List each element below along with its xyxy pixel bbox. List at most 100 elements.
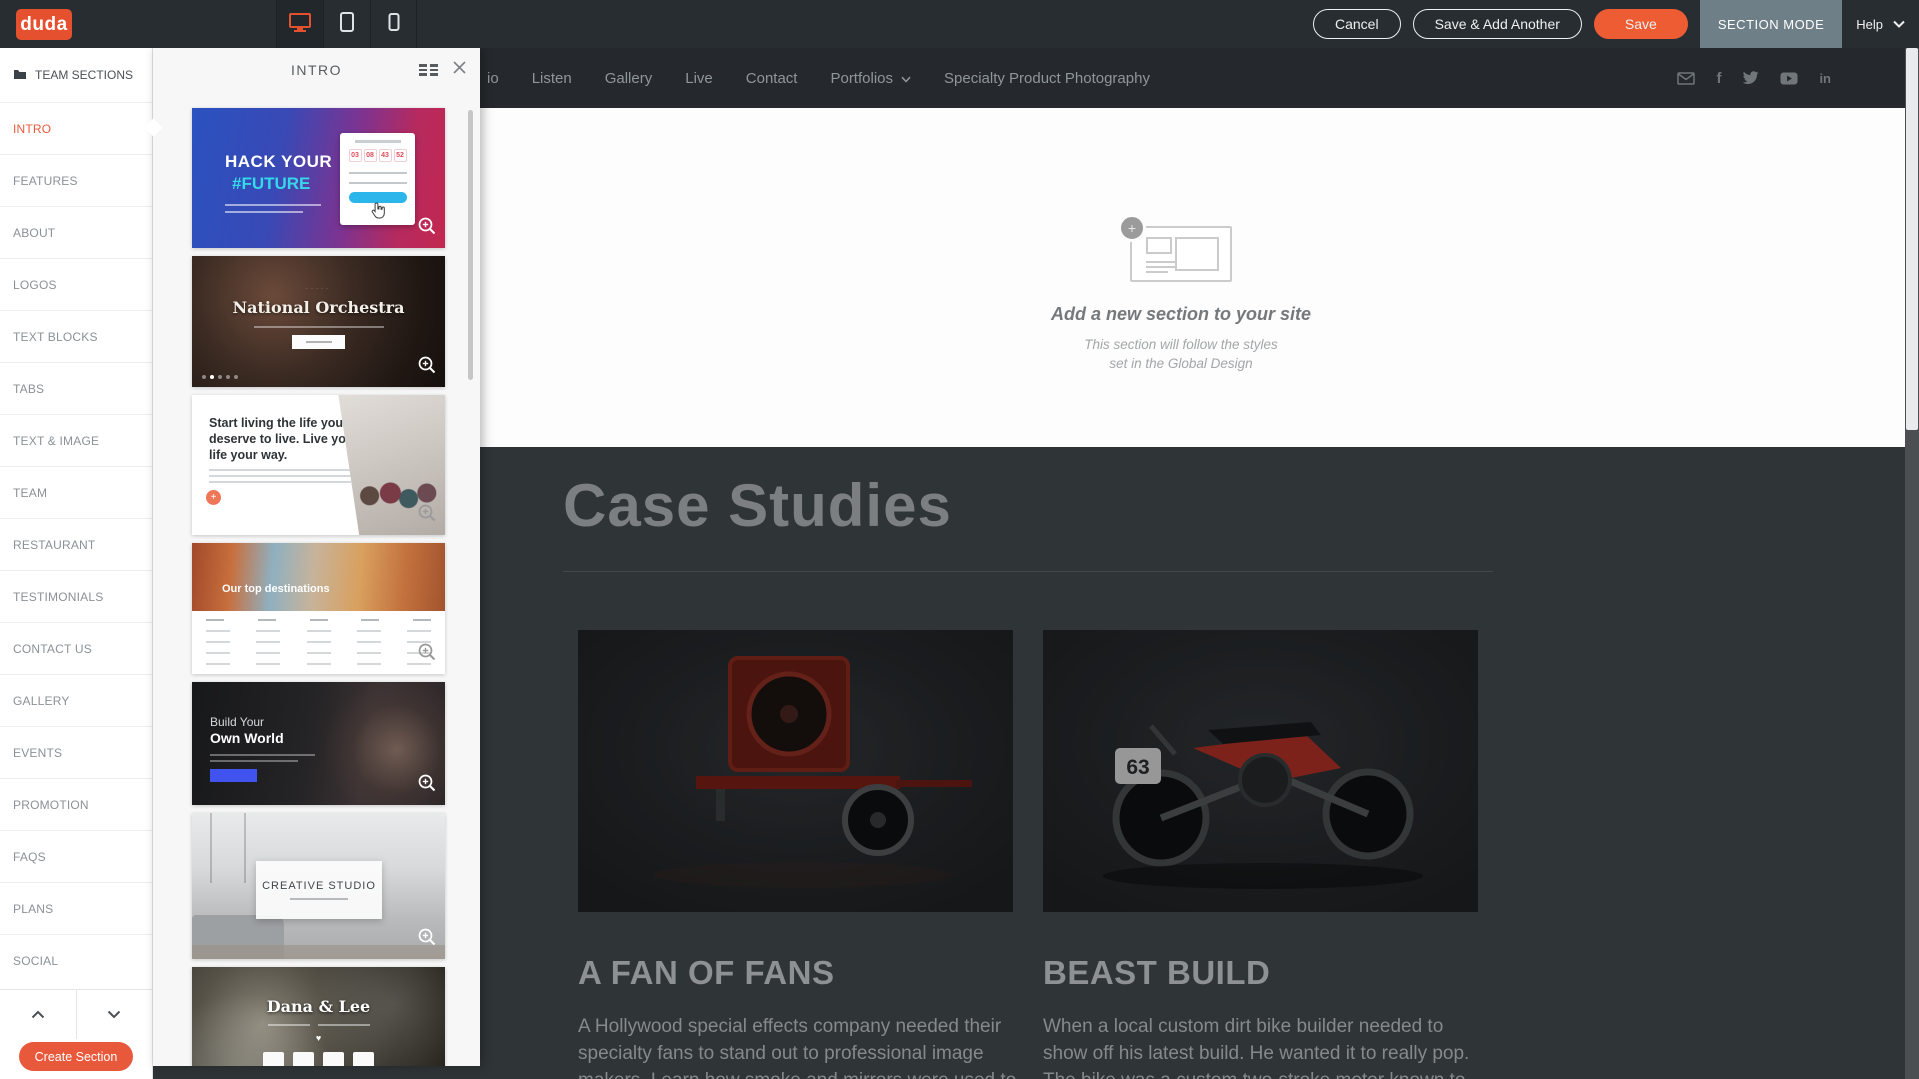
nav-item-specialty-product-photography[interactable]: Specialty Product Photography <box>944 70 1150 87</box>
cell-bar <box>361 619 379 621</box>
nav-item-listen[interactable]: Listen <box>532 70 572 87</box>
sidebar-item-contact-us[interactable]: CONTACT US <box>0 622 152 674</box>
chevron-down-icon <box>107 1006 121 1024</box>
cell-bar <box>206 663 230 665</box>
text-bar <box>209 481 351 483</box>
mobile-preview-button[interactable] <box>370 0 417 48</box>
panel-scrollbar[interactable] <box>468 110 473 380</box>
facebook-icon[interactable]: f <box>1716 70 1721 87</box>
help-menu[interactable]: Help <box>1856 17 1883 32</box>
text-bar <box>355 140 401 143</box>
desktop-preview-button[interactable] <box>276 0 323 48</box>
thumb-photo <box>192 543 445 611</box>
nav-item-contact[interactable]: Contact <box>746 70 798 87</box>
site-social-icons: f in <box>1677 48 1831 108</box>
youtube-icon[interactable] <box>1780 72 1798 85</box>
sidebar-item-events[interactable]: EVENTS <box>0 726 152 778</box>
duda-logo[interactable]: duda <box>16 9 72 40</box>
zoom-preview-icon[interactable] <box>417 503 437 528</box>
template-thumb-top-destinations[interactable]: Our top destinations <box>192 543 445 674</box>
article-title: BEAST BUILD <box>1043 954 1493 992</box>
template-thumb-start-living[interactable]: Start living the life you deserve to liv… <box>192 395 445 535</box>
cell-bar <box>307 652 331 654</box>
case-study-article: A FAN OF FANS A Hollywood special effect… <box>578 630 1028 1079</box>
sidebar-footer: Create Section <box>0 989 152 1079</box>
wireframe-line <box>1146 266 1176 268</box>
sidebar-item-social[interactable]: SOCIAL <box>0 934 152 986</box>
sidebar-item-faqs[interactable]: FAQS <box>0 830 152 882</box>
save-add-another-button[interactable]: Save & Add Another <box>1413 9 1582 39</box>
cell-bar <box>206 619 224 621</box>
input-bar <box>349 182 407 184</box>
nav-item-partial[interactable]: io <box>487 70 499 87</box>
template-thumb-hack-your-future[interactable]: HACK YOUR #FUTURE 03 08 43 52 <box>192 108 445 248</box>
sidebar-item-restaurant[interactable]: RESTAURANT <box>0 518 152 570</box>
sidebar-item-intro[interactable]: INTRO <box>0 102 152 154</box>
cell-bar <box>256 663 280 665</box>
tablet-icon <box>339 12 355 37</box>
email-icon[interactable] <box>1677 72 1695 85</box>
create-section-button[interactable]: Create Section <box>19 1042 133 1071</box>
template-thumb-dana-and-lee[interactable]: Dana & Lee ♥ <box>192 967 445 1066</box>
add-section-placeholder[interactable]: + Add a new section to your site This se… <box>1031 226 1331 373</box>
sidebar-item-text-image[interactable]: TEXT & IMAGE <box>0 414 152 466</box>
add-section-subtitle-line2: set in the Global Design <box>1031 354 1331 373</box>
chevron-down-icon[interactable] <box>1893 20 1905 28</box>
page-scrollbar[interactable] <box>1905 48 1919 1079</box>
zoom-preview-icon[interactable] <box>417 216 437 241</box>
sidebar-header-label: TEAM SECTIONS <box>35 68 133 82</box>
folder-icon <box>13 68 27 83</box>
zoom-preview-icon[interactable] <box>417 927 437 952</box>
add-section-icon: + <box>1130 226 1232 282</box>
sidebar-header: TEAM SECTIONS <box>0 48 152 102</box>
sidebar-item-gallery[interactable]: GALLERY <box>0 674 152 726</box>
zoom-preview-icon[interactable] <box>417 773 437 798</box>
linkedin-icon[interactable]: in <box>1819 71 1831 86</box>
nav-item-portfolios[interactable]: Portfolios <box>830 70 911 87</box>
case-studies-heading: Case Studies <box>563 471 952 540</box>
scroll-down-button[interactable] <box>76 990 153 1039</box>
close-icon[interactable] <box>453 61 466 74</box>
fan-machine-image <box>578 630 1013 912</box>
countdown-digit: 52 <box>394 149 407 162</box>
sidebar-item-features[interactable]: FEATURES <box>0 154 152 206</box>
sidebar-item-testimonials[interactable]: TESTIMONIALS <box>0 570 152 622</box>
template-thumb-national-orchestra[interactable]: ····· National Orchestra <box>192 256 445 387</box>
grid-view-icon[interactable] <box>419 64 438 76</box>
template-thumb-build-your-own-world[interactable]: Build Your Own World <box>192 682 445 805</box>
text-bar <box>209 469 359 471</box>
top-bar-actions: Cancel Save & Add Another Save SECTION M… <box>1313 0 1919 48</box>
thumb-heading-accent: #FUTURE <box>232 174 310 194</box>
save-button[interactable]: Save <box>1594 9 1688 39</box>
cancel-button[interactable]: Cancel <box>1313 9 1401 39</box>
nav-item-gallery[interactable]: Gallery <box>605 70 653 87</box>
section-template-list: HACK YOUR #FUTURE 03 08 43 52 <box>153 92 480 1066</box>
sidebar-item-logos[interactable]: LOGOS <box>0 258 152 310</box>
twitter-icon[interactable] <box>1742 71 1759 85</box>
sidebar-item-tabs[interactable]: TABS <box>0 362 152 414</box>
sidebar-item-promotion[interactable]: PROMOTION <box>0 778 152 830</box>
template-thumb-creative-studio[interactable]: CREATIVE STUDIO <box>192 813 445 959</box>
cell-bar <box>206 641 230 643</box>
add-section-subtitle-line1: This section will follow the styles <box>1031 335 1331 354</box>
zoom-preview-icon[interactable] <box>417 642 437 667</box>
sidebar-item-about[interactable]: ABOUT <box>0 206 152 258</box>
thumb-heading: Our top destinations <box>222 583 330 595</box>
sidebar-item-plans[interactable]: PLANS <box>0 882 152 934</box>
text-bar <box>254 326 384 328</box>
scroll-up-button[interactable] <box>0 990 76 1039</box>
chevron-up-icon <box>31 1006 45 1024</box>
tablet-preview-button[interactable] <box>323 0 370 48</box>
panel-header: INTRO <box>153 48 480 92</box>
wireframe-box <box>1146 237 1172 254</box>
text-bar <box>318 1024 370 1026</box>
sidebar-item-text-blocks[interactable]: TEXT BLOCKS <box>0 310 152 362</box>
nav-item-live[interactable]: Live <box>685 70 713 87</box>
page-scrollbar-thumb[interactable] <box>1906 48 1918 430</box>
panel-title: INTRO <box>291 62 342 78</box>
zoom-preview-icon[interactable] <box>417 355 437 380</box>
nav-item-label: Portfolios <box>830 70 893 87</box>
sidebar-item-team[interactable]: TEAM <box>0 466 152 518</box>
text-bar <box>225 211 303 213</box>
wireframe-line <box>1146 271 1168 273</box>
